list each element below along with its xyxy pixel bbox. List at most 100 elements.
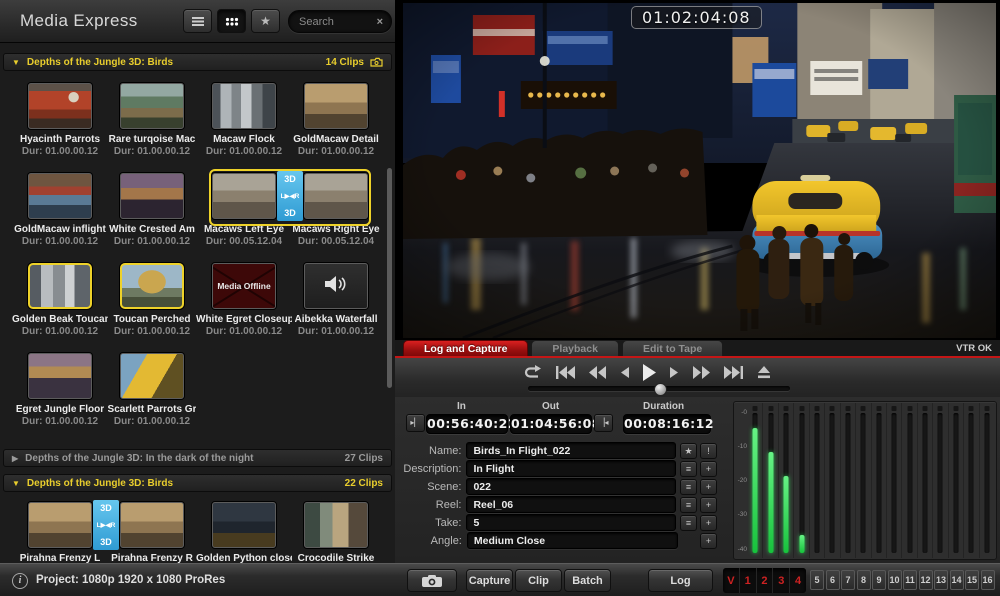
clip-item[interactable]: Rare turqoise MacDur: 01.00.00.12: [106, 83, 198, 173]
clip-thumbnail[interactable]: [120, 173, 184, 219]
track-3-enabled[interactable]: 3: [773, 568, 790, 593]
skip-end-button[interactable]: [724, 366, 744, 379]
clip-thumbnail[interactable]: [28, 502, 92, 548]
track-7-button[interactable]: 7: [841, 570, 855, 590]
track-1-enabled[interactable]: 1: [740, 568, 757, 593]
track-14-button[interactable]: 14: [950, 570, 964, 590]
metadata-scene-field[interactable]: [466, 478, 676, 495]
add-button[interactable]: +: [700, 515, 717, 531]
rewind-button[interactable]: [588, 366, 607, 379]
clip-thumbnail[interactable]: [212, 502, 276, 548]
clip-thumbnail[interactable]: [212, 173, 276, 219]
clip-thumbnail[interactable]: [304, 263, 368, 309]
track-2-enabled[interactable]: 2: [757, 568, 774, 593]
track-10-button[interactable]: 10: [888, 570, 902, 590]
clip-item[interactable]: Crocodile StrikeDur: 01.00.00.12: [290, 502, 382, 563]
shuttle-handle[interactable]: [654, 383, 667, 396]
clip-thumbnail[interactable]: [120, 502, 184, 548]
metadata-angle-field[interactable]: [467, 532, 678, 549]
stereo-3d-clip-pair[interactable]: Pirahna Frenzy LDur: 01.00.00.12Pirahna …: [14, 502, 198, 563]
clip-item[interactable]: Golden Beak ToucanDur: 01.00.00.12: [14, 263, 106, 353]
clip-thumbnail[interactable]: [120, 83, 184, 129]
add-button[interactable]: +: [700, 497, 717, 513]
tab-playback[interactable]: Playback: [531, 340, 619, 357]
list-view-button[interactable]: [183, 9, 212, 33]
track-5-button[interactable]: 5: [810, 570, 824, 590]
browser-scrollbar[interactable]: [387, 168, 392, 388]
clear-search-icon[interactable]: ×: [377, 16, 383, 28]
fast-forward-button[interactable]: [692, 366, 711, 379]
add-button[interactable]: +: [700, 461, 717, 477]
track-4-enabled[interactable]: 4: [790, 568, 806, 593]
clip-item[interactable]: Hyacinth ParrotsDur: 01.00.00.12: [14, 83, 106, 173]
add-button[interactable]: +: [700, 479, 717, 495]
clip-thumbnail[interactable]: Media Offline: [212, 263, 276, 309]
list-button[interactable]: ≡: [680, 497, 697, 513]
clip-button[interactable]: Clip: [515, 569, 562, 592]
log-button[interactable]: Log: [648, 569, 713, 592]
clip-item[interactable]: Macaws Right EyeDur: 00.05.12.04: [290, 173, 382, 263]
out-timecode-field[interactable]: 01:04:56:08: [510, 414, 592, 434]
track-9-button[interactable]: 9: [872, 570, 886, 590]
list-button[interactable]: ≡: [680, 461, 697, 477]
mark-out-button[interactable]: ▕◂: [594, 414, 613, 432]
clip-thumbnail[interactable]: [28, 263, 92, 309]
clip-thumbnail[interactable]: [28, 353, 92, 399]
clip-thumbnail[interactable]: [120, 263, 184, 309]
bin-section-header-birds-1[interactable]: ▼ Depths of the Jungle 3D: Birds 14 Clip…: [3, 53, 392, 71]
clip-item[interactable]: Egret Jungle FloorDur: 01.00.00.12: [14, 353, 106, 443]
clip-thumbnail[interactable]: [120, 353, 184, 399]
skip-start-button[interactable]: [555, 366, 575, 379]
track-8-button[interactable]: 8: [857, 570, 871, 590]
track-15-button[interactable]: 15: [965, 570, 979, 590]
track-16-button[interactable]: 16: [981, 570, 995, 590]
clip-item[interactable]: White Crested AmDur: 01.00.00.12: [106, 173, 198, 263]
track-11-button[interactable]: 11: [903, 570, 917, 590]
track-v-enabled[interactable]: V: [723, 568, 740, 593]
metadata-name-field[interactable]: [466, 442, 676, 459]
list-button[interactable]: ≡: [680, 479, 697, 495]
play-button[interactable]: [642, 364, 657, 381]
clip-thumbnail[interactable]: [212, 83, 276, 129]
clip-thumbnail[interactable]: [28, 83, 92, 129]
step-back-button[interactable]: [620, 367, 629, 378]
track-6-button[interactable]: 6: [826, 570, 840, 590]
batch-button[interactable]: Batch: [564, 569, 611, 592]
clip-item[interactable]: Macaw FlockDur: 01.00.00.12: [198, 83, 290, 173]
clip-thumbnail[interactable]: [28, 173, 92, 219]
search-input[interactable]: [297, 15, 377, 29]
capture-still-button[interactable]: [407, 569, 457, 592]
metadata-description-field[interactable]: [466, 460, 676, 477]
eject-button[interactable]: [757, 366, 771, 379]
clip-item[interactable]: GoldMacaw inflightDur: 01.00.00.12: [14, 173, 106, 263]
stereo-3d-clip-pair[interactable]: Macaws Left EyeDur: 00.05.12.04Macaws Ri…: [198, 173, 382, 263]
tab-edit-to-tape[interactable]: Edit to Tape: [622, 340, 723, 357]
loop-button[interactable]: [523, 365, 542, 379]
bin-section-header-birds-2[interactable]: ▼ Depths of the Jungle 3D: Birds 22 Clip…: [3, 474, 392, 492]
clip-item[interactable]: Pirahna Frenzy RDur: 01.00.00.12: [106, 502, 198, 563]
list-button[interactable]: ≡: [680, 515, 697, 531]
in-timecode-field[interactable]: 00:56:40:22: [426, 414, 508, 434]
add-button[interactable]: +: [700, 533, 717, 549]
favorites-view-button[interactable]: ★: [251, 9, 280, 33]
clip-item[interactable]: Toucan PerchedDur: 01.00.00.12: [106, 263, 198, 353]
alert-button[interactable]: !: [700, 443, 717, 459]
track-12-button[interactable]: 12: [919, 570, 933, 590]
metadata-reel-field[interactable]: [466, 496, 676, 513]
clip-item[interactable]: Golden Python closeDur: 01.00.00.12: [198, 502, 290, 563]
clip-thumbnail[interactable]: [304, 173, 368, 219]
clip-item[interactable]: Scarlett Parrots GrDur: 01.00.00.12: [106, 353, 198, 443]
bin-section-header-night[interactable]: ▶ Depths of the Jungle 3D: In the dark o…: [3, 449, 392, 467]
mark-in-button[interactable]: ▸▏: [406, 414, 425, 432]
capture-button[interactable]: Capture: [466, 569, 513, 592]
shuttle-slider[interactable]: [528, 386, 790, 391]
thumbnail-view-button[interactable]: [217, 9, 246, 33]
clip-item[interactable]: Aibekka WaterfallDur: 01.00.00.12: [290, 263, 382, 353]
clip-item[interactable]: Media OfflineWhite Egret CloseupDur: 01.…: [198, 263, 290, 353]
clip-thumbnail[interactable]: [304, 83, 368, 129]
step-forward-button[interactable]: [670, 367, 679, 378]
track-13-button[interactable]: 13: [934, 570, 948, 590]
metadata-take-field[interactable]: [466, 514, 676, 531]
clip-thumbnail[interactable]: [304, 502, 368, 548]
clip-item[interactable]: GoldMacaw DetailDur: 01.00.00.12: [290, 83, 382, 173]
